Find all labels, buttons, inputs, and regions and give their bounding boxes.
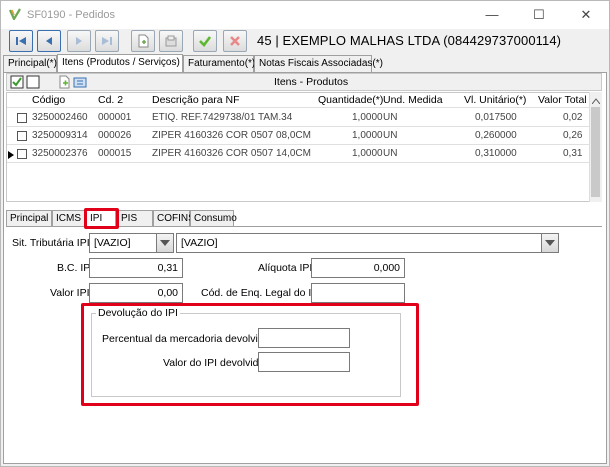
record-toolbar: 45 | EXEMPLO MALHAS LTDA (08442973700011… bbox=[1, 29, 609, 55]
new-document-icon bbox=[138, 34, 149, 48]
cell-valor-total: 0,26 bbox=[563, 130, 583, 141]
title-bar: SF0190 - Pedidos — ☐ ✕ bbox=[1, 1, 609, 29]
chevron-down-icon bbox=[545, 240, 555, 246]
bc-ipi-label: B.C. IPI bbox=[57, 262, 94, 274]
row-separator bbox=[7, 126, 589, 127]
cell-quantidade: 1,0000 bbox=[352, 148, 383, 159]
sit-tributaria-desc-dropdown[interactable] bbox=[541, 233, 559, 253]
row-checkbox[interactable] bbox=[17, 113, 27, 123]
arrow-right-icon bbox=[76, 37, 82, 45]
column-header-quantidade[interactable]: Quantidade(*) bbox=[318, 94, 383, 106]
current-row-indicator-icon bbox=[8, 150, 14, 162]
cell-descricao: ETIQ. REF.7429738/01 TAM.34 bbox=[152, 112, 293, 123]
record-title: 45 | EXEMPLO MALHAS LTDA (08442973700011… bbox=[257, 33, 562, 48]
aliquota-ipi-label: Alíquota IPI bbox=[258, 262, 313, 274]
chevron-down-icon bbox=[160, 240, 170, 246]
cell-descricao: ZIPER 4160326 COR 0507 14,0CM bbox=[152, 148, 311, 159]
valor-ipi-field[interactable]: 0,00 bbox=[89, 283, 183, 303]
checkmark-icon bbox=[199, 36, 212, 47]
cell-und: UN bbox=[383, 148, 398, 159]
tab-pis[interactable]: PIS bbox=[117, 210, 153, 226]
skip-first-icon bbox=[16, 37, 26, 45]
cell-cd2: 000001 bbox=[98, 112, 132, 123]
cancel-button[interactable] bbox=[223, 30, 247, 52]
bc-ipi-field[interactable]: 0,31 bbox=[89, 258, 183, 278]
column-header-codigo[interactable]: Código bbox=[32, 94, 65, 106]
cell-valor-total: 0,02 bbox=[563, 112, 583, 123]
ipi-tab-highlight bbox=[84, 208, 119, 229]
row-separator bbox=[7, 162, 589, 163]
column-header-descricao[interactable]: Descrição para NF bbox=[152, 94, 240, 106]
minimize-button[interactable]: — bbox=[469, 1, 515, 29]
tab-cofins[interactable]: COFINS bbox=[153, 210, 195, 226]
cell-quantidade: 1,0000 bbox=[352, 112, 383, 123]
edit-document-icon bbox=[165, 35, 177, 47]
x-mark-icon bbox=[230, 36, 240, 46]
cod-enq-label: Cód. de Enq. Legal do IPI bbox=[201, 287, 322, 299]
cell-codigo: 3250009314 bbox=[32, 130, 88, 141]
cell-codigo: 3250002376 bbox=[32, 148, 88, 159]
column-header-valor-total[interactable]: Valor Total bbox=[538, 94, 587, 106]
grid-caption: Itens - Produtos bbox=[274, 76, 349, 88]
cell-cd2: 000026 bbox=[98, 130, 132, 141]
sit-tributaria-code-dropdown[interactable] bbox=[156, 233, 174, 253]
items-grid bbox=[6, 92, 602, 202]
cell-codigo: 3250002460 bbox=[32, 112, 88, 123]
tab-faturamento[interactable]: Faturamento(*) bbox=[183, 55, 255, 72]
row-separator bbox=[7, 144, 589, 145]
last-record-button[interactable] bbox=[95, 30, 119, 52]
cell-vl-unitario: 0,310000 bbox=[475, 148, 517, 159]
cell-vl-unitario: 0,017500 bbox=[475, 112, 517, 123]
window-title: SF0190 - Pedidos bbox=[27, 9, 116, 21]
column-header-vl-unitario[interactable]: Vl. Unitário(*) bbox=[464, 94, 526, 106]
sit-tributaria-label: Sit. Tributária IPI bbox=[12, 237, 90, 249]
app-logo-icon bbox=[8, 8, 21, 22]
next-record-button[interactable] bbox=[67, 30, 91, 52]
first-record-button[interactable] bbox=[9, 30, 33, 52]
new-record-button[interactable] bbox=[131, 30, 155, 52]
edit-record-button[interactable] bbox=[159, 30, 183, 52]
tab-icms[interactable]: ICMS bbox=[52, 210, 85, 226]
skip-last-icon bbox=[102, 37, 112, 45]
add-item-icon[interactable] bbox=[58, 75, 72, 89]
close-window-button[interactable]: ✕ bbox=[563, 1, 609, 29]
sit-tributaria-desc-field[interactable]: [VAZIO] bbox=[176, 233, 542, 253]
column-header-und-medida[interactable]: Und. Medida bbox=[383, 94, 443, 106]
tab-itens[interactable]: Itens (Produtos / Serviços) bbox=[57, 54, 183, 72]
tab-principal[interactable]: Principal(*) bbox=[3, 55, 57, 72]
cell-quantidade: 1,0000 bbox=[352, 130, 383, 141]
cell-vl-unitario: 0,260000 bbox=[475, 130, 517, 141]
maximize-button[interactable]: ☐ bbox=[516, 1, 562, 29]
cell-cd2: 000015 bbox=[98, 148, 132, 159]
row-checkbox[interactable] bbox=[17, 149, 27, 159]
unselect-all-icon[interactable] bbox=[26, 75, 40, 89]
header-separator bbox=[7, 107, 589, 108]
cell-valor-total: 0,31 bbox=[563, 148, 583, 159]
devolucao-highlight bbox=[81, 303, 419, 406]
cell-descricao: ZIPER 4160326 COR 0507 08,0CM bbox=[152, 130, 311, 141]
row-checkbox[interactable] bbox=[17, 131, 27, 141]
previous-record-button[interactable] bbox=[37, 30, 61, 52]
cell-und: UN bbox=[383, 130, 398, 141]
aliquota-ipi-field[interactable]: 0,000 bbox=[311, 258, 405, 278]
cell-und: UN bbox=[383, 112, 398, 123]
scrollbar-thumb[interactable] bbox=[591, 107, 600, 197]
sit-tributaria-code-field[interactable]: [VAZIO] bbox=[89, 233, 157, 253]
scroll-up-icon[interactable] bbox=[591, 95, 601, 107]
cod-enq-field[interactable] bbox=[311, 283, 405, 303]
valor-ipi-label: Valor IPI bbox=[50, 287, 90, 299]
column-header-cd2[interactable]: Cd. 2 bbox=[98, 94, 123, 106]
tab-principal-tax[interactable]: Principal bbox=[6, 210, 52, 226]
import-items-icon[interactable] bbox=[73, 75, 87, 89]
select-all-icon[interactable] bbox=[10, 75, 24, 89]
arrow-left-icon bbox=[46, 37, 52, 45]
tab-consumo[interactable]: Consumo bbox=[190, 210, 237, 226]
tab-notas-fiscais[interactable]: Notas Fiscais Associadas(*) bbox=[254, 55, 383, 72]
confirm-button[interactable] bbox=[193, 30, 217, 52]
